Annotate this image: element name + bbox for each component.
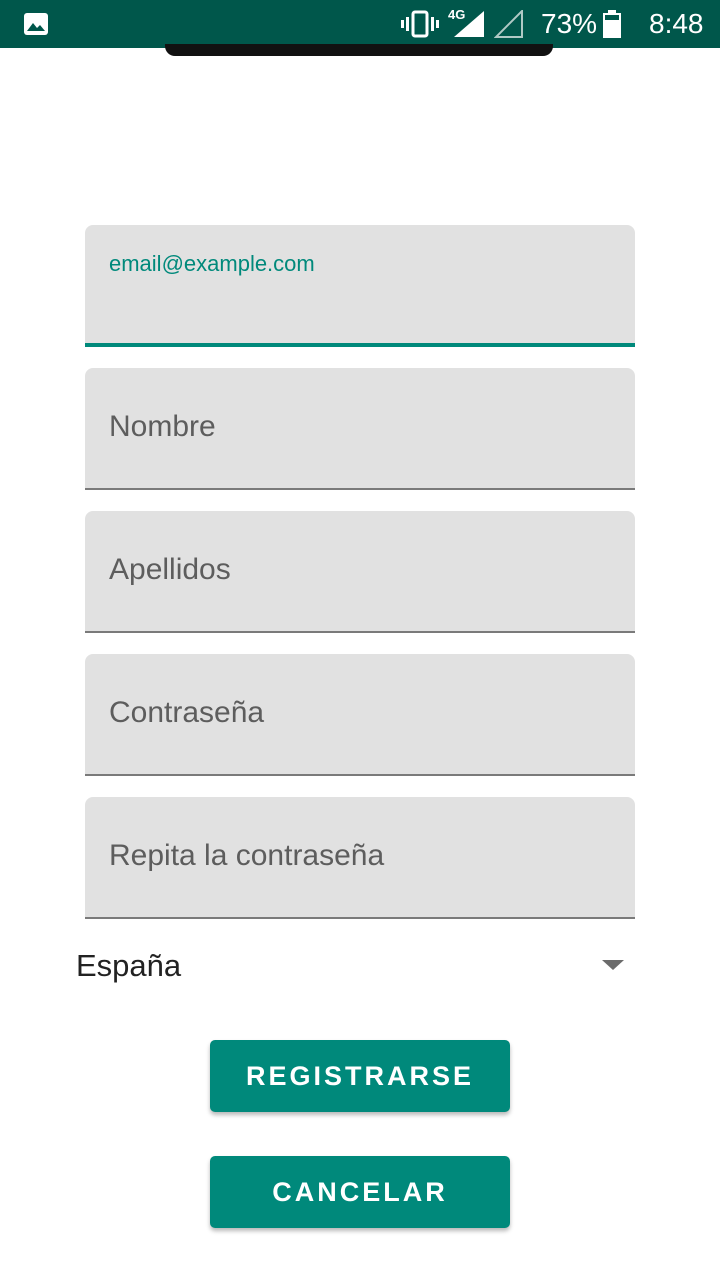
password-repeat-placeholder: Repita la contraseña	[109, 839, 385, 872]
image-notification-icon	[24, 13, 48, 35]
nombre-placeholder: Nombre	[109, 410, 216, 443]
signal-empty-icon	[494, 10, 523, 38]
top-sheet-edge	[165, 44, 553, 56]
email-field[interactable]: email@example.com	[85, 225, 635, 347]
password-repeat-field[interactable]: Repita la contraseña	[85, 797, 635, 919]
password-field[interactable]: Contraseña	[85, 654, 635, 776]
nombre-field[interactable]: Nombre	[85, 368, 635, 490]
email-field-label: email@example.com	[109, 251, 315, 276]
country-selected-value: España	[76, 948, 182, 983]
cancel-button[interactable]: CANCELAR	[210, 1156, 510, 1228]
battery-percentage: 73%	[541, 8, 598, 39]
status-bar: 4G 73% 8:48	[0, 0, 720, 48]
password-placeholder: Contraseña	[109, 696, 265, 729]
dropdown-arrow-icon[interactable]	[602, 960, 624, 970]
country-select[interactable]: España	[76, 942, 636, 990]
clock: 8:48	[649, 8, 704, 39]
register-button[interactable]: REGISTRARSE	[210, 1040, 510, 1112]
vibrate-icon	[401, 10, 439, 38]
battery-icon	[603, 10, 621, 38]
apellidos-placeholder: Apellidos	[109, 553, 231, 586]
signal-strength-icon	[454, 11, 484, 37]
apellidos-field[interactable]: Apellidos	[85, 511, 635, 633]
